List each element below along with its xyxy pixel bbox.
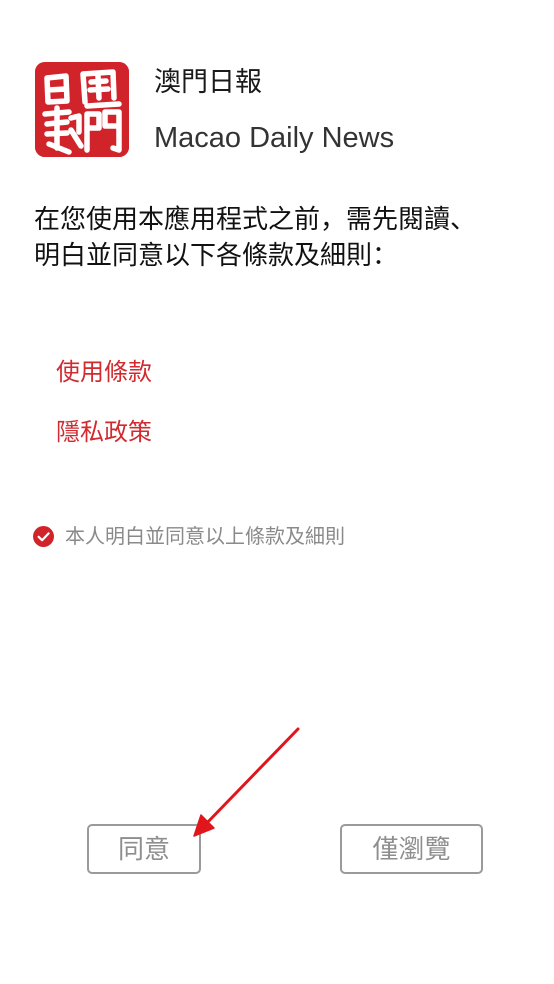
intro-line-2: 明白並同意以下各條款及細則： [34, 241, 399, 271]
check-circle-icon [33, 525, 54, 547]
app-logo [35, 62, 129, 157]
privacy-policy-link[interactable]: 隱私政策 [56, 416, 152, 448]
consent-checkbox[interactable]: 本人明白並同意以上條款及細則 [33, 522, 345, 550]
browse-only-button[interactable]: 僅瀏覽 [340, 824, 483, 874]
agree-button[interactable]: 同意 [87, 824, 201, 874]
intro-text: 在您使用本應用程式之前，需先閱讀、 明白並同意以下各條款及細則： [34, 202, 524, 274]
app-name-english: Macao Daily News [154, 122, 395, 154]
intro-line-1: 在您使用本應用程式之前，需先閱讀、 [34, 205, 477, 235]
terms-of-use-link[interactable]: 使用條款 [56, 356, 152, 388]
app-logo-mark [35, 62, 129, 157]
consent-label: 本人明白並同意以上條款及細則 [65, 524, 345, 548]
app-name-chinese: 澳門日報 [154, 67, 262, 98]
